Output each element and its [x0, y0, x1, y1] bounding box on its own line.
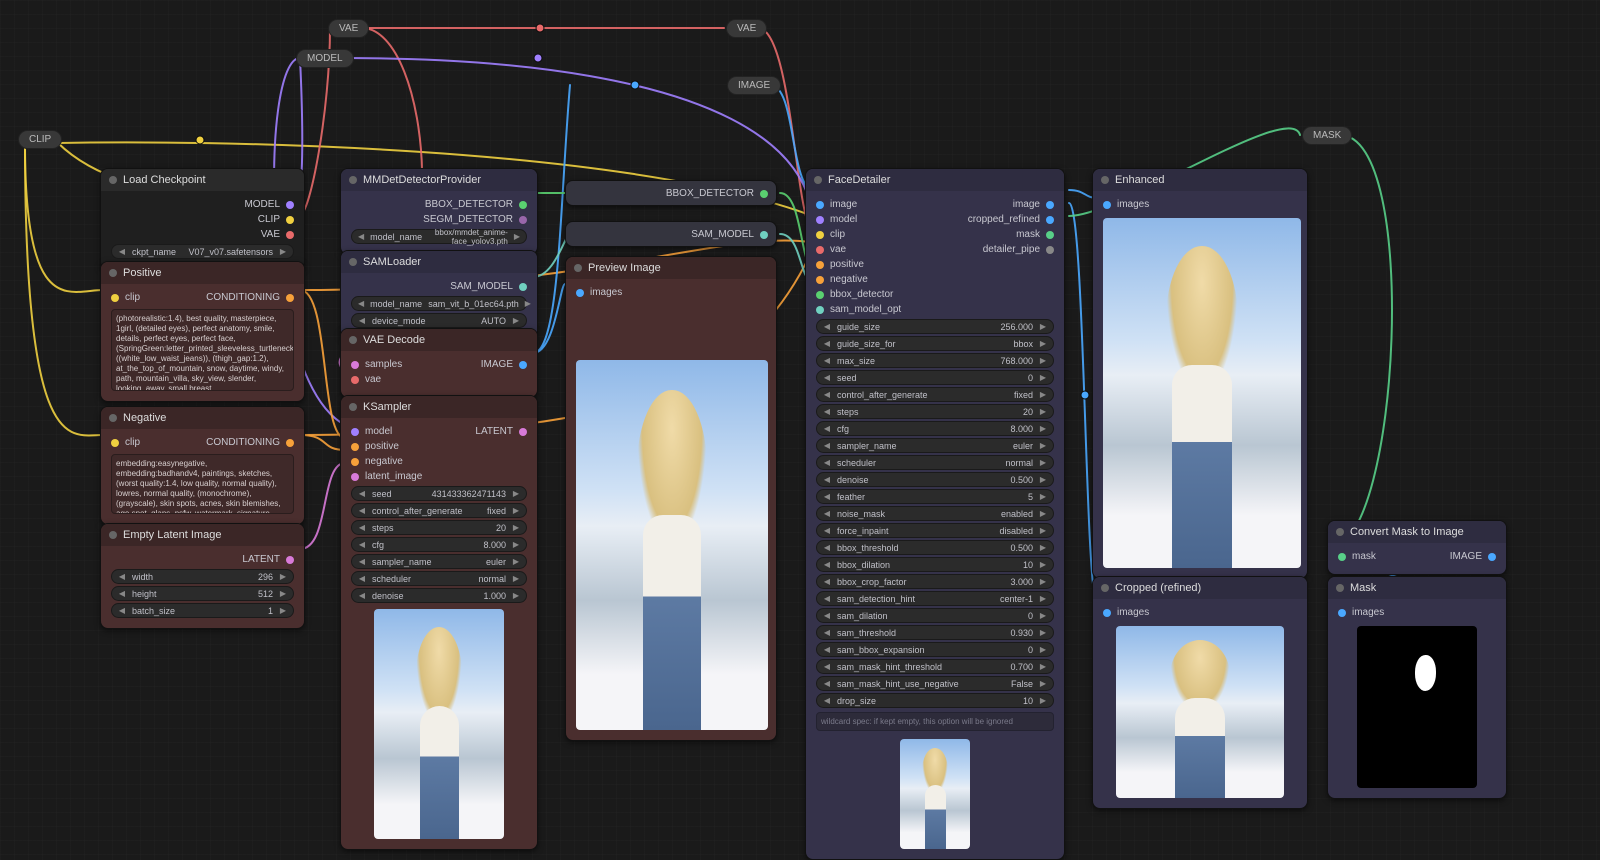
ksampler-scheduler[interactable]: ◀schedulernormal▶ — [351, 571, 527, 586]
samloader-model-name[interactable]: ◀model_namesam_vit_b_01ec64.pth▶ — [351, 296, 527, 311]
face-detailer-drop-size[interactable]: ◀drop_size10▶ — [816, 693, 1054, 708]
ksampler-seed[interactable]: ◀seed431433362471143▶ — [351, 486, 527, 501]
node-title: Preview Image — [588, 257, 661, 279]
node-title: FaceDetailer — [828, 169, 890, 191]
face-detailer-denoise[interactable]: ◀denoise0.500▶ — [816, 472, 1054, 487]
face-detailer-feather[interactable]: ◀feather5▶ — [816, 489, 1054, 504]
reroute-model[interactable]: MODEL — [296, 49, 354, 68]
node-title: KSampler — [363, 396, 411, 418]
reroute-bbox-detector[interactable]: BBOX_DETECTOR — [565, 180, 777, 206]
reroute-vae-1[interactable]: VAE — [328, 19, 369, 38]
node-load-checkpoint[interactable]: Load Checkpoint MODEL CLIP VAE ◀ ckpt_na… — [100, 168, 305, 270]
node-convert-mask[interactable]: Convert Mask to Image mask IMAGE — [1327, 520, 1507, 575]
face-detailer-cfg[interactable]: ◀cfg8.000▶ — [816, 421, 1054, 436]
face-detailer-sam-detection-hint[interactable]: ◀sam_detection_hintcenter-1▶ — [816, 591, 1054, 606]
reroute-image[interactable]: IMAGE — [727, 76, 781, 95]
node-face-detailer[interactable]: FaceDetailer imagemodelclipvaepositivene… — [805, 168, 1065, 860]
empty-latent-width[interactable]: ◀width296▶ — [111, 569, 294, 584]
face-detailer-control-after-generate[interactable]: ◀control_after_generatefixed▶ — [816, 387, 1054, 402]
ksampler-cfg[interactable]: ◀cfg8.000▶ — [351, 537, 527, 552]
face-detailer-steps[interactable]: ◀steps20▶ — [816, 404, 1054, 419]
face-detailer-sam-dilation[interactable]: ◀sam_dilation0▶ — [816, 608, 1054, 623]
node-negative[interactable]: Negative clip CONDITIONING embedding:eas… — [100, 406, 305, 525]
node-title: MMDetDetectorProvider — [363, 169, 481, 191]
face-detailer-scheduler[interactable]: ◀schedulernormal▶ — [816, 455, 1054, 470]
node-empty-latent[interactable]: Empty Latent Image LATENT ◀width296▶◀hei… — [100, 523, 305, 629]
face-detailer-sampler-name[interactable]: ◀sampler_nameeuler▶ — [816, 438, 1054, 453]
node-mmdet[interactable]: MMDetDetectorProvider BBOX_DETECTOR SEGM… — [340, 168, 538, 255]
node-ksampler[interactable]: KSampler model positive negative latent_… — [340, 395, 538, 850]
face-detailer-force-inpaint[interactable]: ◀force_inpaintdisabled▶ — [816, 523, 1054, 538]
face-detailer-preview — [900, 739, 970, 849]
node-samloader[interactable]: SAMLoader SAM_MODEL ◀model_namesam_vit_b… — [340, 250, 538, 339]
wildcard-hint[interactable]: wildcard spec: if kept empty, this optio… — [816, 712, 1054, 731]
prompt-text[interactable]: embedding:easynegative, embedding:badhan… — [111, 454, 294, 514]
node-mask[interactable]: Mask images — [1327, 576, 1507, 799]
face-detailer-sam-bbox-expansion[interactable]: ◀sam_bbox_expansion0▶ — [816, 642, 1054, 657]
node-cropped-refined[interactable]: Cropped (refined) images — [1092, 576, 1308, 809]
preview-image — [576, 360, 768, 730]
node-title: VAE Decode — [363, 329, 425, 351]
face-detailer-seed[interactable]: ◀seed0▶ — [816, 370, 1054, 385]
node-title: Negative — [123, 407, 166, 429]
node-enhanced[interactable]: Enhanced images — [1092, 168, 1308, 579]
face-detailer-sam-threshold[interactable]: ◀sam_threshold0.930▶ — [816, 625, 1054, 640]
node-preview-image[interactable]: Preview Image images — [565, 256, 777, 741]
mmdet-model-widget[interactable]: ◀ model_name bbox/mmdet_anime-face_yolov… — [351, 229, 527, 244]
mask-image — [1357, 626, 1477, 788]
ksampler-denoise[interactable]: ◀denoise1.000▶ — [351, 588, 527, 603]
cropped-image — [1116, 626, 1284, 798]
node-title: Cropped (refined) — [1115, 577, 1201, 599]
reroute-clip[interactable]: CLIP — [18, 130, 62, 149]
node-title: Enhanced — [1115, 169, 1165, 191]
samloader-device-mode[interactable]: ◀device_modeAUTO▶ — [351, 313, 527, 328]
node-title: Positive — [123, 262, 162, 284]
empty-latent-height[interactable]: ◀height512▶ — [111, 586, 294, 601]
enhanced-image — [1103, 218, 1301, 568]
node-title: Mask — [1350, 577, 1376, 599]
ksampler-sampler-name[interactable]: ◀sampler_nameeuler▶ — [351, 554, 527, 569]
node-title: Convert Mask to Image — [1350, 521, 1464, 543]
node-title: SAMLoader — [363, 251, 421, 273]
empty-latent-batch-size[interactable]: ◀batch_size1▶ — [111, 603, 294, 618]
reroute-mask[interactable]: MASK — [1302, 126, 1352, 145]
face-detailer-sam-mask-hint-use-negative[interactable]: ◀sam_mask_hint_use_negativeFalse▶ — [816, 676, 1054, 691]
face-detailer-sam-mask-hint-threshold[interactable]: ◀sam_mask_hint_threshold0.700▶ — [816, 659, 1054, 674]
node-vae-decode[interactable]: VAE Decode samples vae IMAGE — [340, 328, 538, 398]
reroute-sam-model[interactable]: SAM_MODEL — [565, 221, 777, 247]
node-title: Load Checkpoint — [123, 169, 206, 191]
face-detailer-bbox-crop-factor[interactable]: ◀bbox_crop_factor3.000▶ — [816, 574, 1054, 589]
face-detailer-guide-size-for[interactable]: ◀guide_size_forbbox▶ — [816, 336, 1054, 351]
face-detailer-noise-mask[interactable]: ◀noise_maskenabled▶ — [816, 506, 1054, 521]
ksampler-control-after-generate[interactable]: ◀control_after_generatefixed▶ — [351, 503, 527, 518]
reroute-vae-2[interactable]: VAE — [726, 19, 767, 38]
node-title: Empty Latent Image — [123, 524, 221, 546]
face-detailer-guide-size[interactable]: ◀guide_size256.000▶ — [816, 319, 1054, 334]
face-detailer-bbox-threshold[interactable]: ◀bbox_threshold0.500▶ — [816, 540, 1054, 555]
node-positive[interactable]: Positive clip CONDITIONING (photorealist… — [100, 261, 305, 402]
prompt-text[interactable]: (photorealistic:1.4), best quality, mast… — [111, 309, 294, 391]
node-graph-canvas[interactable]: CLIP VAE VAE MODEL IMAGE MASK Load Check… — [0, 0, 1600, 860]
ckpt-name-widget[interactable]: ◀ ckpt_name V07_v07.safetensors ▶ — [111, 244, 294, 259]
ksampler-preview-image — [374, 609, 504, 839]
ksampler-steps[interactable]: ◀steps20▶ — [351, 520, 527, 535]
face-detailer-bbox-dilation[interactable]: ◀bbox_dilation10▶ — [816, 557, 1054, 572]
face-detailer-max-size[interactable]: ◀max_size768.000▶ — [816, 353, 1054, 368]
